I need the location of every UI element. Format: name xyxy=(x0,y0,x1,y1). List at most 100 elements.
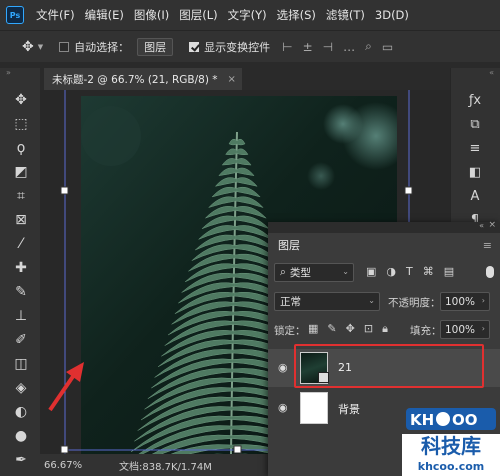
eraser-tool-icon[interactable]: ◫ xyxy=(10,354,32,374)
collapse-icon[interactable]: « xyxy=(489,68,494,77)
character-icon[interactable]: A xyxy=(463,186,487,206)
visibility-eye-icon[interactable]: ◉ xyxy=(278,401,292,415)
function-icon[interactable]: ƒx xyxy=(463,90,487,110)
opacity-input[interactable]: 100% › xyxy=(440,292,490,311)
healing-tool-icon[interactable]: ✚ xyxy=(10,258,32,278)
chevron-down-icon: ⌄ xyxy=(368,296,375,305)
dodge-tool-icon[interactable]: ● xyxy=(10,426,32,446)
lock-artboard-icon[interactable]: ⊡ xyxy=(364,322,373,336)
lasso-tool-icon[interactable]: ϙ xyxy=(10,138,32,158)
selected-layer-highlight xyxy=(294,344,484,388)
frame-tool-icon[interactable]: ⊠ xyxy=(10,210,32,230)
auto-select-label: 自动选择： xyxy=(74,40,130,54)
panel-menu-icon[interactable]: ≡ xyxy=(483,239,492,252)
lock-pixels-icon[interactable]: ✎ xyxy=(327,322,336,336)
watermark-url: khcoo.com xyxy=(402,458,500,476)
fill-value: 100% xyxy=(445,323,476,336)
lock-label: 锁定： xyxy=(274,325,306,337)
move-tool-icon[interactable]: ✥ xyxy=(10,90,32,110)
paint-bucket-icon[interactable]: ◈ xyxy=(10,378,32,398)
collapse-icon[interactable]: » xyxy=(6,68,11,77)
align-center-icon[interactable]: ± xyxy=(303,40,313,54)
watermark-cn: 科技库 xyxy=(402,434,500,458)
move-tool-icon[interactable]: ✥ xyxy=(22,39,34,55)
levels-icon[interactable]: ⧉ xyxy=(463,114,487,134)
auto-select-checkbox[interactable] xyxy=(59,41,70,52)
search-icon[interactable]: ⌕ xyxy=(365,39,372,54)
close-icon[interactable]: × xyxy=(488,220,496,230)
menu-select[interactable]: 选择(S) xyxy=(277,7,316,23)
svg-text:KH: KH xyxy=(410,411,434,429)
layers-panel-topstrip: « × xyxy=(268,220,500,233)
color-icon[interactable]: ◧ xyxy=(463,162,487,182)
chevron-down-icon: › xyxy=(481,296,485,305)
document-info: 文档:838.7K/1.74M xyxy=(119,461,212,473)
workspace-icon[interactable]: ▭ xyxy=(382,40,393,54)
chevron-down-icon[interactable]: ▼ xyxy=(38,43,43,51)
layers-panel-header: 图层 ≡ xyxy=(268,233,500,257)
adjustments-icon[interactable]: ≡ xyxy=(463,138,487,158)
lock-position-icon[interactable]: ✥ xyxy=(346,322,355,336)
marquee-tool-icon[interactable]: ⬚ xyxy=(10,114,32,134)
blur-tool-icon[interactable]: ◐ xyxy=(10,402,32,422)
photoshop-logo[interactable]: Ps xyxy=(6,6,24,24)
brush-tool-icon[interactable]: ✎ xyxy=(10,282,32,302)
menu-file[interactable]: 文件(F) xyxy=(36,7,75,23)
type-filter-icon[interactable]: T xyxy=(406,265,413,278)
close-icon[interactable]: × xyxy=(228,74,236,85)
eyedropper-tool-icon[interactable]: ⁄ xyxy=(10,234,32,254)
history-brush-icon[interactable]: ✐ xyxy=(10,330,32,350)
transform-handle[interactable] xyxy=(60,186,69,195)
transform-handle[interactable] xyxy=(233,445,242,454)
layer-thumbnail xyxy=(300,392,328,424)
opacity-label: 不透明度： xyxy=(388,297,441,309)
filter-kind-dropdown[interactable]: ⌕ 类型 ⌄ xyxy=(274,263,354,282)
align-icons: ⊢ ± ⊣ … ⌕ ▭ xyxy=(282,39,393,54)
layer-name: 背景 xyxy=(338,403,360,416)
menu-filter[interactable]: 滤镜(T) xyxy=(326,7,365,23)
blend-mode-value: 正常 xyxy=(280,296,301,308)
align-right-icon[interactable]: ⊣ xyxy=(323,40,333,54)
stamp-tool-icon[interactable]: ⊥ xyxy=(10,306,32,326)
filter-icons: ▣ ◑ T ⌘ ▤ xyxy=(366,265,454,278)
tools-panel: » ✥ ⬚ ϙ ◩ ⌗ ⊠ ⁄ ✚ ✎ ⊥ ✐ ◫ ◈ ◐ ● ✒ xyxy=(0,68,40,476)
auto-select-target-value: 图层 xyxy=(144,40,167,54)
menu-3d[interactable]: 3D(D) xyxy=(375,8,409,22)
annotation-arrow xyxy=(66,362,84,382)
object-select-tool-icon[interactable]: ◩ xyxy=(10,162,32,182)
auto-select-target-dropdown[interactable]: 图层 xyxy=(137,37,174,56)
pen-tool-icon[interactable]: ✒ xyxy=(10,450,32,470)
shape-filter-icon[interactable]: ⌘ xyxy=(423,265,434,278)
lock-transparent-icon[interactable]: ▦ xyxy=(308,322,318,336)
more-icon[interactable]: … xyxy=(343,40,355,54)
fill-input[interactable]: 100% › xyxy=(440,320,490,339)
menu-bar: Ps 文件(F) 编辑(E) 图像(I) 图层(L) 文字(Y) 选择(S) 滤… xyxy=(0,0,500,30)
blend-mode-dropdown[interactable]: 正常 ⌄ xyxy=(274,292,380,311)
options-bar: ✥ ▼ 自动选择： 图层 显示变换控件 ⊢ ± ⊣ … ⌕ ▭ xyxy=(0,30,500,62)
align-left-icon[interactable]: ⊢ xyxy=(282,40,292,54)
tab-layers[interactable]: 图层 xyxy=(278,237,300,253)
visibility-eye-icon[interactable]: ◉ xyxy=(278,361,292,375)
fill-label: 填充： xyxy=(410,325,442,337)
smart-object-filter-icon[interactable]: ▤ xyxy=(444,265,454,278)
transform-handle[interactable] xyxy=(60,445,69,454)
chevron-down-icon: › xyxy=(481,324,485,333)
adjustment-filter-icon[interactable]: ◑ xyxy=(386,265,396,278)
show-transform-checkbox[interactable] xyxy=(189,41,200,52)
menu-layer[interactable]: 图层(L) xyxy=(179,7,217,23)
zoom-level[interactable]: 66.67% xyxy=(44,460,94,471)
transform-handle[interactable] xyxy=(404,186,413,195)
menu-type[interactable]: 文字(Y) xyxy=(228,7,267,23)
lock-all-icon[interactable]: 🔒︎ xyxy=(382,322,388,336)
document-tab[interactable]: 未标题-2 @ 66.7% (21, RGB/8) * × xyxy=(44,68,242,90)
collapse-icon[interactable]: « xyxy=(479,221,484,230)
filter-toggle[interactable] xyxy=(486,266,494,278)
document-tab-bar: 未标题-2 @ 66.7% (21, RGB/8) * × xyxy=(40,68,450,90)
crop-tool-icon[interactable]: ⌗ xyxy=(10,186,32,206)
menu-edit[interactable]: 编辑(E) xyxy=(85,7,124,23)
document-tab-title: 未标题-2 @ 66.7% (21, RGB/8) * xyxy=(52,73,218,86)
opacity-value: 100% xyxy=(445,295,476,308)
show-transform-label: 显示变换控件 xyxy=(204,40,271,54)
pixel-filter-icon[interactable]: ▣ xyxy=(366,265,376,278)
menu-image[interactable]: 图像(I) xyxy=(134,7,169,23)
